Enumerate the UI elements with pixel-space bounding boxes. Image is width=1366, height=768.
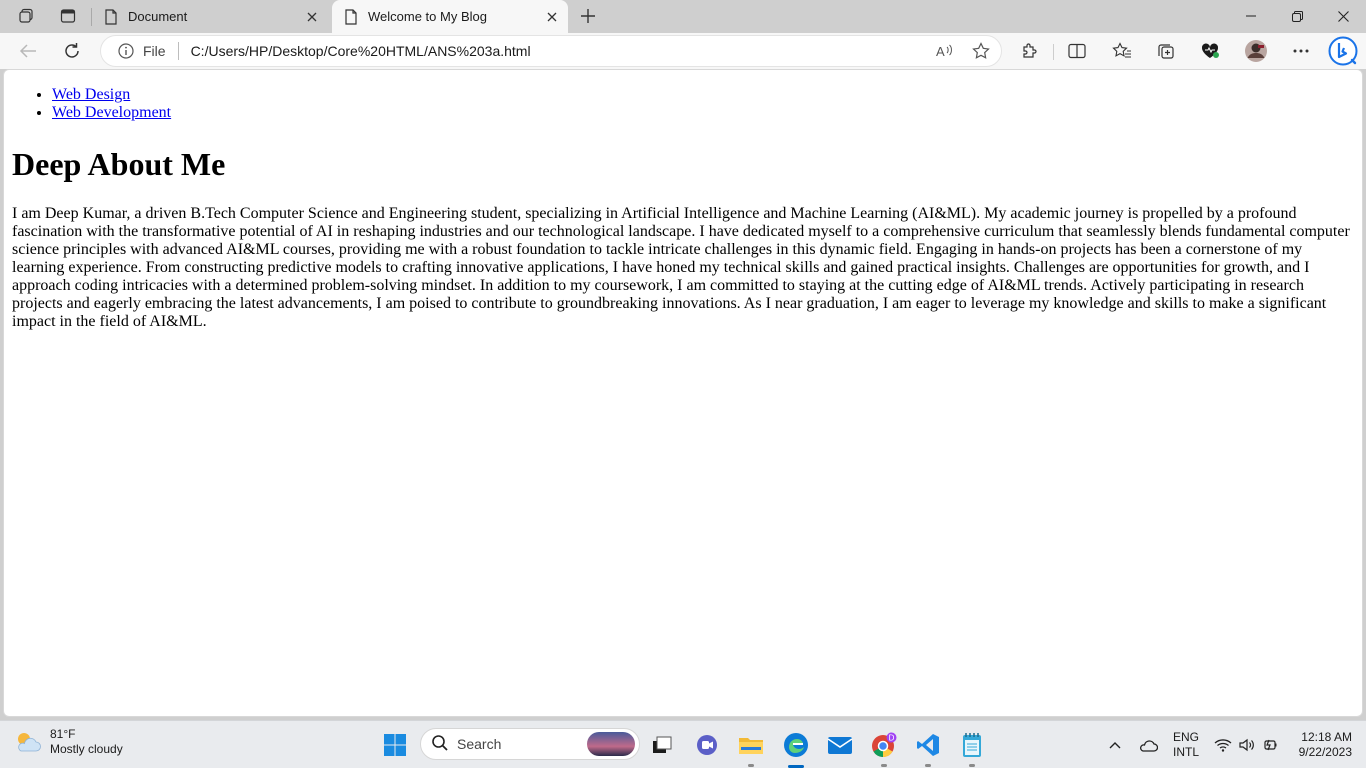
running-indicator [969,764,975,767]
tab-title: Document [128,9,188,24]
nav-list: Web Design Web Development [12,86,1354,122]
volume-icon[interactable] [1236,729,1258,761]
running-indicator [881,764,887,767]
system-clock[interactable]: 12:18 AM 9/22/2023 [1286,730,1352,760]
tab-document[interactable]: Document [92,0,328,33]
language-code: ENG [1172,730,1199,744]
file-explorer-icon[interactable] [735,729,767,767]
split-screen-icon[interactable] [1061,36,1093,66]
notepad-icon[interactable] [956,729,988,767]
mail-icon[interactable] [824,729,856,761]
document-icon [345,8,357,25]
bing-copilot-icon[interactable] [1326,34,1360,68]
list-item: Web Design [52,86,1354,104]
divider [1053,44,1054,60]
page-heading: Deep About Me [12,146,226,182]
running-indicator [748,764,754,767]
workspaces-icon[interactable] [12,4,40,28]
favorite-star-icon[interactable] [965,37,997,65]
close-icon[interactable] [540,5,564,29]
wifi-icon[interactable] [1212,729,1234,761]
vertical-tabs-icon[interactable] [54,4,82,28]
tab-title: Welcome to My Blog [368,9,487,24]
search-placeholder: Search [457,736,502,752]
back-arrow-icon[interactable] [12,36,44,66]
taskbar-search-box[interactable]: Search [420,728,640,760]
weather-temp: 81°F [50,727,76,741]
info-icon[interactable] [117,42,135,60]
weather-condition: Mostly cloudy [50,742,123,756]
new-tab-button[interactable] [574,4,602,28]
profile-avatar[interactable] [1240,36,1272,66]
extensions-icon[interactable] [1013,36,1045,66]
read-aloud-icon[interactable]: A [929,37,961,65]
search-highlight-image [587,732,635,756]
taskbar: 81°F Mostly cloudy Search D ENG INTL 12:… [0,720,1366,768]
close-window-button[interactable] [1320,0,1366,32]
url-text[interactable]: C:/Users/HP/Desktop/Core%20HTML/ANS%203a… [191,43,929,59]
chrome-icon[interactable]: D [868,729,900,767]
tab-welcome-to-my-blog[interactable]: Welcome to My Blog [332,0,568,33]
teams-chat-icon[interactable] [691,729,723,761]
task-view-icon[interactable] [646,729,678,761]
cloudy-weather-icon [18,733,41,752]
vscode-icon[interactable] [912,729,944,767]
minimize-button[interactable] [1228,0,1274,32]
tab-strip: Document Welcome to My Blog [0,0,1366,33]
browser-essentials-icon[interactable] [1194,36,1226,66]
scheme-label: File [143,43,166,59]
collections-icon[interactable] [1150,36,1182,66]
web-development-link[interactable]: Web Development [52,104,171,121]
search-icon [431,734,449,755]
language-indicator[interactable]: ENG INTL [1166,730,1206,760]
browser-toolbar: File C:/Users/HP/Desktop/Core%20HTML/ANS… [0,33,1366,69]
onedrive-cloud-icon[interactable] [1137,729,1159,761]
clock-date: 9/22/2023 [1298,745,1352,759]
refresh-icon[interactable] [56,36,88,66]
document-icon [105,8,117,25]
windows-start-icon[interactable] [379,729,411,761]
page-viewport: Web Design Web Development Deep About Me… [3,69,1363,717]
about-paragraph: I am Deep Kumar, a driven B.Tech Compute… [12,205,1350,330]
list-item: Web Development [52,104,1354,122]
divider [177,42,179,60]
restore-button[interactable] [1274,0,1320,32]
address-bar[interactable]: File C:/Users/HP/Desktop/Core%20HTML/ANS… [100,35,1002,67]
close-icon[interactable] [300,5,324,29]
clock-time: 12:18 AM [1301,730,1352,744]
running-indicator [925,764,931,767]
more-options-icon[interactable] [1285,36,1317,66]
web-design-link[interactable]: Web Design [52,86,130,103]
svg-text:A: A [936,44,945,59]
keyboard-layout: INTL [1172,745,1199,759]
favorites-icon[interactable] [1106,36,1138,66]
battery-charging-icon[interactable] [1260,729,1282,761]
chrome-profile-badge: D [889,734,895,743]
edge-browser-icon[interactable] [780,729,812,768]
weather-widget[interactable]: 81°F Mostly cloudy [14,727,123,757]
chevron-up-icon[interactable] [1105,729,1125,761]
page-body: Web Design Web Development Deep About Me… [4,86,1362,331]
